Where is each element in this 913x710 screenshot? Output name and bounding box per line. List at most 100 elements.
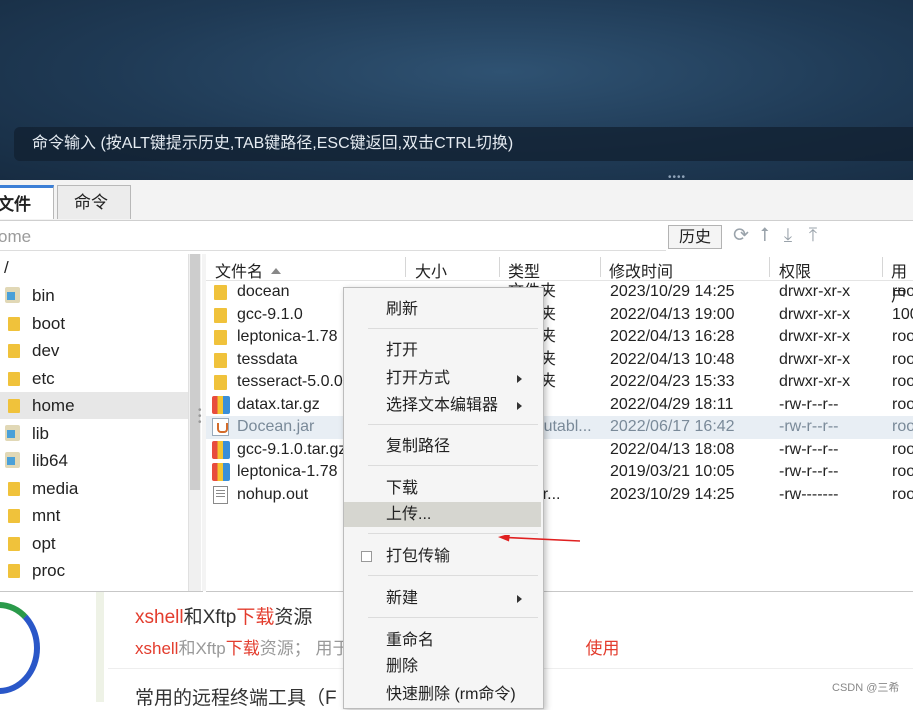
file-mtime: 2023/10/29 14:25 bbox=[610, 283, 735, 300]
menu-item-copy-path[interactable]: 复制路径 bbox=[344, 434, 541, 459]
menu-separator bbox=[368, 424, 538, 425]
file-mtime: 2022/04/13 16:28 bbox=[610, 328, 735, 345]
file-user: 100 bbox=[892, 305, 913, 323]
tree-item-proc[interactable]: proc bbox=[0, 557, 188, 584]
menu-item-choose-editor[interactable]: 选择文本编辑器 bbox=[344, 393, 541, 418]
menu-item-pack-transfer[interactable]: 打包传输 bbox=[344, 544, 541, 569]
file-mtime: 2019/03/21 10:05 bbox=[610, 463, 735, 480]
menu-item-upload[interactable]: 上传... bbox=[344, 502, 541, 527]
tree-item-lib[interactable]: lib bbox=[0, 420, 188, 447]
file-mtime: 2022/04/23 15:33 bbox=[610, 373, 735, 390]
folder-icon bbox=[8, 371, 20, 386]
column-type[interactable]: 类型 bbox=[508, 258, 540, 282]
tree-item-bin[interactable]: bin bbox=[0, 282, 188, 309]
upload-icon[interactable]: ⤒ bbox=[803, 225, 823, 247]
tree-item-label: lib bbox=[32, 423, 50, 443]
menu-item-refresh[interactable]: 刷新 bbox=[344, 297, 541, 322]
file-row[interactable]: datax.tar.gz压缩2022/04/29 18:11-rw-r--r--… bbox=[206, 394, 913, 417]
submenu-arrow-icon bbox=[517, 402, 522, 410]
tree-item-opt[interactable]: opt bbox=[0, 530, 188, 557]
file-mtime: 2022/04/29 18:11 bbox=[610, 395, 734, 413]
tree-item-mnt[interactable]: mnt bbox=[0, 502, 188, 529]
archive-icon bbox=[212, 395, 230, 414]
file-user: roo bbox=[892, 283, 913, 300]
menu-item-download[interactable]: 下载 bbox=[344, 476, 541, 501]
tree-item-label: media bbox=[32, 478, 79, 498]
up-icon[interactable]: ⭡ bbox=[755, 225, 775, 247]
folder-icon bbox=[8, 399, 20, 413]
file-row[interactable]: docean文件夹2023/10/29 14:25drwxr-xr-xroo bbox=[206, 281, 913, 304]
folder-icon bbox=[214, 375, 227, 390]
file-user: roo bbox=[892, 485, 913, 503]
column-mtime[interactable]: 修改时间 bbox=[609, 258, 673, 282]
download-icon[interactable]: ⤓ bbox=[778, 225, 798, 247]
file-perm: -rw-r--r-- bbox=[779, 440, 839, 458]
folder-icon bbox=[8, 564, 20, 578]
column-size[interactable]: 大小 bbox=[415, 258, 447, 282]
file-mtime: 2022/04/13 10:48 bbox=[610, 350, 735, 368]
column-permissions[interactable]: 权限 bbox=[779, 258, 811, 282]
tree-item-label: boot bbox=[32, 313, 66, 333]
tree-item-lib64[interactable]: lib64 bbox=[0, 447, 188, 474]
tree-item-etc[interactable]: etc bbox=[0, 365, 188, 392]
sort-ascending-icon bbox=[271, 268, 282, 274]
file-row[interactable]: leptonica-1.78文件夹2022/04/13 16:28drwxr-x… bbox=[206, 326, 913, 349]
file-row[interactable]: nohup.outeshar...2023/10/29 14:25-rw----… bbox=[206, 484, 913, 507]
tree-scrollbar-thumb[interactable] bbox=[190, 254, 200, 490]
command-input[interactable]: 命令输入 (按ALT键提示历史,TAB键路径,ESC键返回,双击CTRL切换) bbox=[14, 127, 913, 161]
path-input[interactable]: ome bbox=[0, 224, 666, 251]
file-row[interactable]: tesseract-5.0.0文件夹2022/04/23 15:33drwxr-… bbox=[206, 371, 913, 394]
menu-item-delete[interactable]: 删除 bbox=[344, 654, 541, 679]
terminal-panel[interactable]: 命令输入 (按ALT键提示历史,TAB键路径,ESC键返回,双击CTRL切换) … bbox=[0, 0, 913, 183]
tree-root[interactable]: / bbox=[4, 258, 9, 278]
folder-icon bbox=[8, 509, 20, 523]
tree-item-home[interactable]: home bbox=[0, 392, 188, 419]
folder-icon bbox=[8, 481, 20, 496]
folder-icon bbox=[214, 307, 227, 323]
checkbox-icon[interactable] bbox=[361, 551, 372, 562]
tree-item-label: lib64 bbox=[32, 451, 68, 470]
tree-item-label: opt bbox=[32, 533, 56, 553]
directory-tree[interactable]: / bin boot dev etc home lib lib64 media … bbox=[0, 254, 203, 592]
tree-item-dev[interactable]: dev bbox=[0, 337, 188, 364]
annotation-arrow-icon bbox=[498, 535, 581, 542]
file-perm: drwxr-xr-x bbox=[779, 328, 851, 345]
file-perm: -rw-r--r-- bbox=[779, 418, 839, 435]
menu-item-open-with[interactable]: 打开方式 bbox=[344, 366, 541, 391]
article-title-2[interactable]: 常用的远程终端工具（F bbox=[135, 683, 337, 710]
tab-files[interactable]: 文件 bbox=[0, 185, 54, 219]
file-user: roo bbox=[892, 350, 913, 368]
menu-item-open[interactable]: 打开 bbox=[344, 338, 541, 363]
path-bar: ome 历史 ⟳ ⭡ ⤓ ⤒ bbox=[0, 222, 913, 252]
tab-bar: 文件 命令 bbox=[0, 180, 913, 221]
menu-item-rename[interactable]: 重命名 bbox=[344, 628, 541, 653]
splitter-grip[interactable]: • • • bbox=[198, 406, 204, 428]
file-row[interactable]: leptonica-1.78压缩2019/03/21 10:05-rw-r--r… bbox=[206, 461, 913, 484]
tree-item-label: mnt bbox=[32, 506, 61, 525]
file-user: roo bbox=[892, 395, 913, 413]
file-row[interactable]: tessdata文件夹2022/04/13 10:48drwxr-xr-xroo bbox=[206, 349, 913, 372]
tree-item-media[interactable]: media bbox=[0, 475, 188, 502]
column-name[interactable]: 文件名 bbox=[215, 258, 282, 282]
file-row-selected[interactable]: Docean.jar Executabl... 2022/06/17 16:42 -r… bbox=[206, 416, 913, 439]
file-perm: drwxr-xr-x bbox=[779, 350, 851, 368]
file-perm: -rw-r--r-- bbox=[779, 463, 839, 480]
menu-item-quick-delete[interactable]: 快速删除 (rm命令) bbox=[344, 682, 541, 707]
document-icon bbox=[213, 485, 228, 504]
tree-item-boot[interactable]: boot bbox=[0, 310, 188, 337]
folder-icon bbox=[214, 285, 227, 300]
folder-icon bbox=[214, 352, 227, 368]
folder-icon bbox=[8, 316, 20, 331]
tree-item-label: dev bbox=[32, 341, 60, 360]
file-row[interactable]: gcc-9.1.0文件夹2022/04/13 19:00drwxr-xr-x10… bbox=[206, 304, 913, 327]
file-perm: -rw------- bbox=[779, 485, 839, 503]
link-folder-icon bbox=[5, 424, 20, 441]
file-row[interactable]: gcc-9.1.0.tar.gz压缩2022/04/13 18:08-rw-r-… bbox=[206, 439, 913, 462]
article-title[interactable]: xshell和Xftp下载资源 bbox=[135, 602, 312, 629]
file-user: roo bbox=[892, 328, 913, 345]
submenu-arrow-icon bbox=[517, 375, 522, 383]
tab-commands[interactable]: 命令 bbox=[57, 185, 131, 219]
history-button[interactable]: 历史 bbox=[668, 225, 722, 249]
menu-item-new[interactable]: 新建 bbox=[344, 586, 541, 611]
refresh-icon[interactable]: ⟳ bbox=[731, 225, 751, 247]
